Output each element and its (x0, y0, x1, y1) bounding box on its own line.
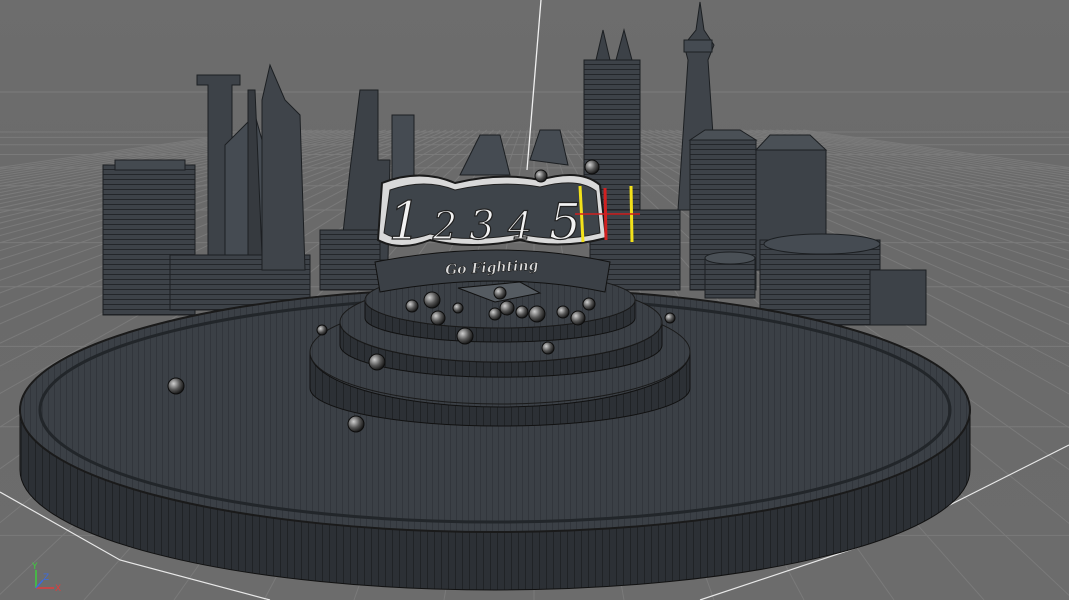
x-axis-label: X (55, 584, 61, 594)
sign-digit-4: 4 (507, 204, 532, 248)
wireframe-sphere[interactable] (534, 169, 548, 183)
wireframe-sphere[interactable] (405, 299, 419, 313)
wireframe-sphere[interactable] (493, 286, 507, 300)
wireframe-sphere[interactable] (347, 415, 365, 433)
wireframe-sphere[interactable] (541, 341, 555, 355)
z-axis-line (35, 579, 44, 589)
wireframe-sphere[interactable] (528, 305, 546, 323)
wireframe-sphere[interactable] (316, 324, 328, 336)
sign-digit-1: 1 (388, 192, 421, 252)
wireframe-sphere[interactable] (515, 305, 529, 319)
wireframe-sphere[interactable] (456, 327, 474, 345)
wireframe-sphere[interactable] (556, 305, 570, 319)
wireframe-sphere[interactable] (488, 307, 502, 321)
wireframe-sphere[interactable] (582, 297, 596, 311)
wireframe-sphere[interactable] (499, 300, 515, 316)
z-axis-label: Z (43, 573, 49, 583)
wireframe-sphere[interactable] (430, 310, 446, 326)
wireframe-sphere[interactable] (423, 291, 441, 309)
perspective-viewport[interactable]: Go Fighting 12345 Y Z X (0, 0, 1069, 600)
sign-digit-5: 5 (549, 193, 581, 251)
wireframe-sphere[interactable] (368, 353, 386, 371)
sign-digit-2: 2 (432, 204, 457, 248)
axis-gizmo: Y Z X (31, 562, 61, 594)
wireframe-sphere[interactable] (664, 312, 676, 324)
wireframe-sphere[interactable] (584, 159, 600, 175)
wireframe-sphere[interactable] (452, 302, 464, 314)
sign-digit-3: 3 (469, 203, 494, 249)
wireframe-sphere[interactable] (570, 310, 586, 326)
wireframe-sphere[interactable] (167, 377, 185, 395)
y-axis-label: Y (31, 562, 38, 572)
scene-canvas[interactable]: Go Fighting 12345 (0, 0, 1069, 600)
